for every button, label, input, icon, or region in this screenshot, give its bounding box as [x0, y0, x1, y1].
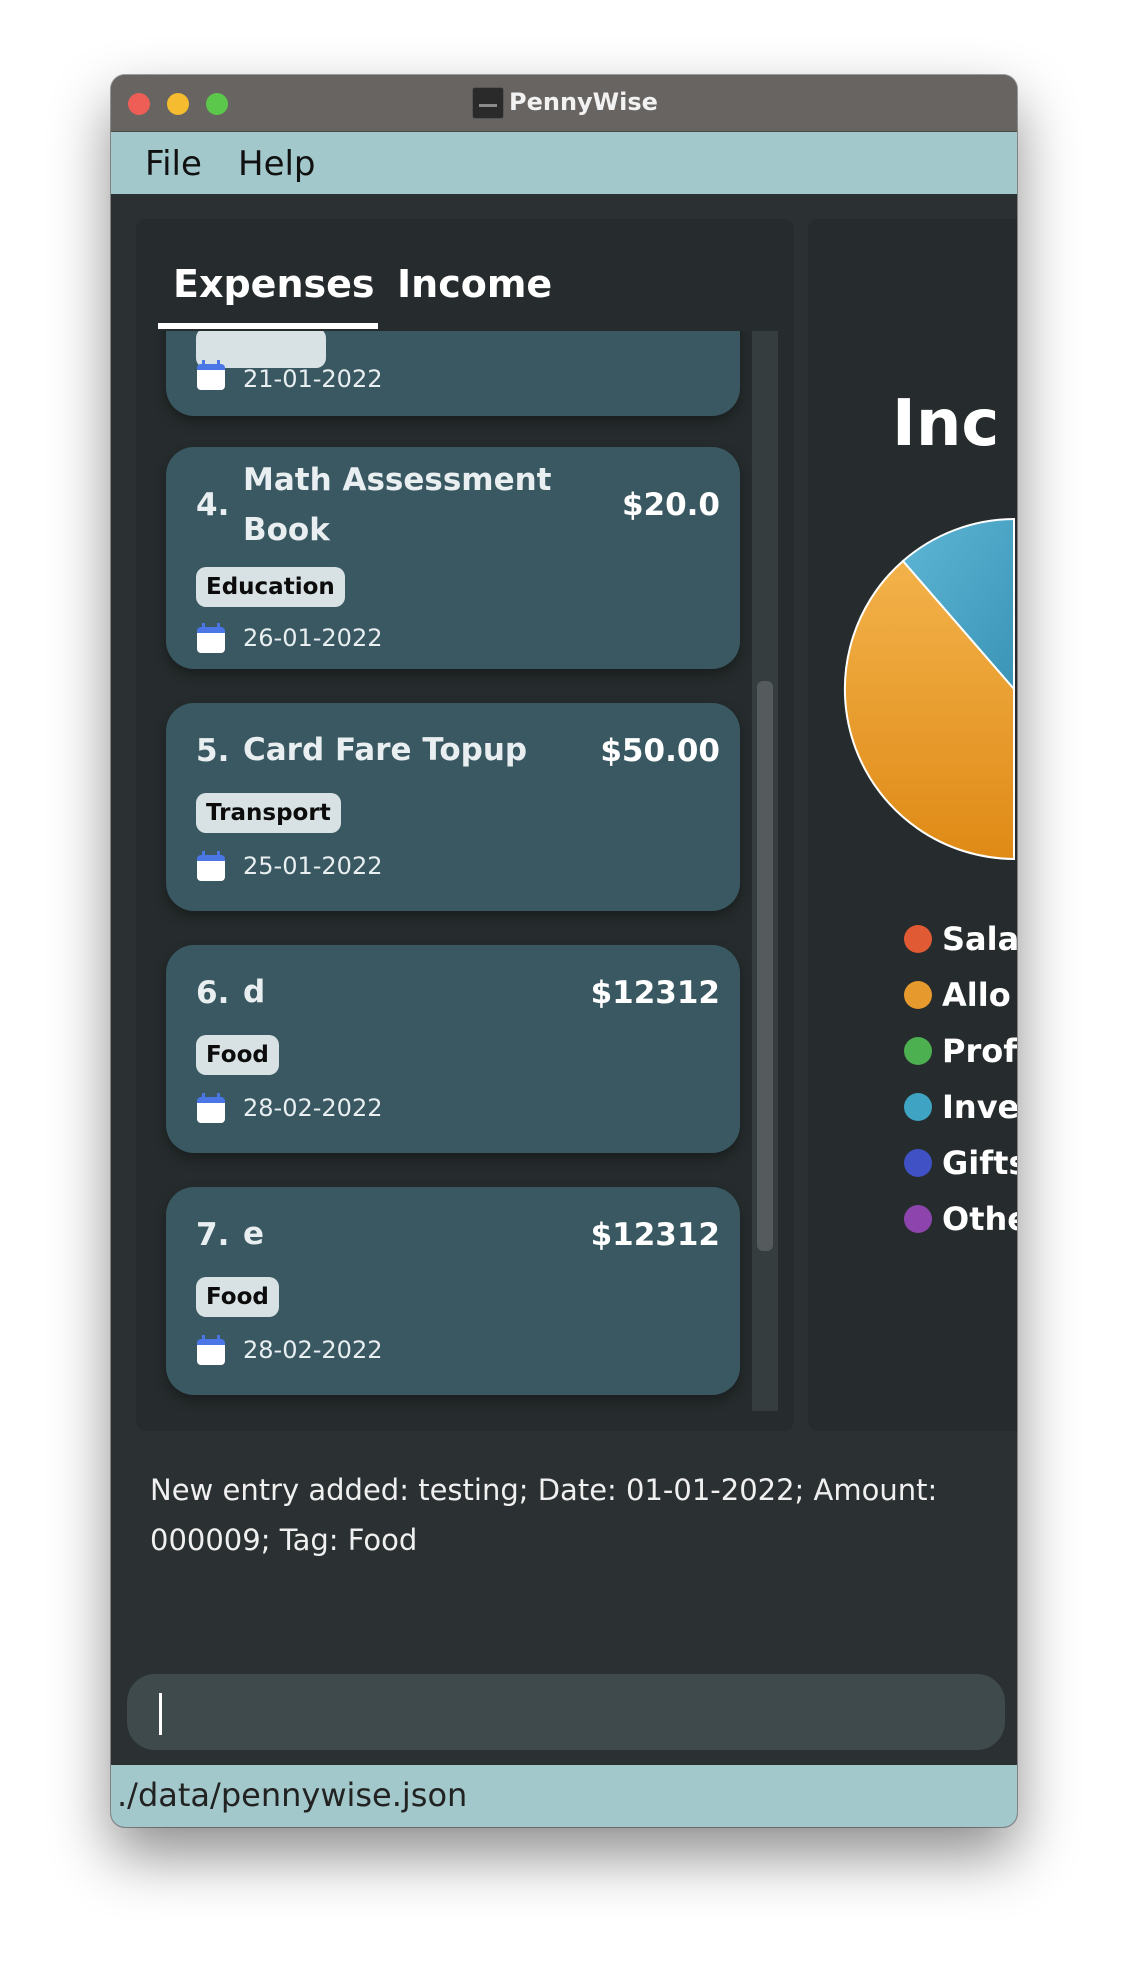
entry-date: 25-01-2022: [243, 852, 383, 880]
list-item[interactable]: 7. e $12312 Food 28-02-2022: [166, 1187, 740, 1395]
entry-description: e: [243, 1216, 265, 1252]
entry-amount: $50.00: [600, 733, 720, 769]
entry-index: 7.: [196, 1217, 230, 1253]
calendar-icon: [197, 623, 225, 653]
tag-badge: Food: [196, 1035, 279, 1075]
legend-dot: [904, 925, 932, 953]
app-window: PennyWise File Help Expenses Income 21-0…: [111, 75, 1017, 1827]
legend-dot: [904, 1093, 932, 1121]
command-input[interactable]: [127, 1674, 1005, 1750]
tag-badge: [196, 331, 326, 368]
title-bar: PennyWise: [111, 75, 1017, 132]
legend-label: Sala: [942, 920, 1017, 958]
entry-date: 28-02-2022: [243, 1094, 383, 1122]
income-pie-chart: [843, 517, 1015, 861]
close-window-button[interactable]: [128, 93, 150, 115]
tag-badge: Food: [196, 1277, 279, 1317]
legend-dot: [904, 1205, 932, 1233]
entry-index: 4.: [196, 487, 230, 523]
scrollbar-thumb[interactable]: [757, 681, 773, 1251]
window-title: PennyWise: [509, 88, 658, 116]
data-file-path: ./data/pennywise.json: [117, 1776, 468, 1814]
text-caret: [159, 1693, 162, 1735]
calendar-icon: [197, 1093, 225, 1123]
entry-date: 26-01-2022: [243, 624, 383, 652]
entry-description: Card Fare Topup: [243, 732, 528, 768]
legend-dot: [904, 1037, 932, 1065]
calendar-icon: [197, 851, 225, 881]
active-tab-indicator: [158, 323, 378, 329]
legend-label: Inve: [942, 1088, 1017, 1126]
list-item[interactable]: 5. Card Fare Topup $50.00 Transport 25-0…: [166, 703, 740, 911]
menu-file[interactable]: File: [145, 144, 202, 184]
minimize-window-button[interactable]: [167, 93, 189, 115]
tag-badge: Education: [196, 567, 345, 607]
legend-dot: [904, 1149, 932, 1177]
result-message: New entry added: testing; Date: 01-01-20…: [150, 1473, 938, 1557]
status-bar: ./data/pennywise.json: [111, 1765, 1017, 1827]
calendar-icon: [197, 360, 225, 390]
entry-index: 5.: [196, 733, 230, 769]
entry-amount: $12312: [590, 1217, 720, 1253]
chart-title: Inc: [892, 387, 1000, 461]
legend-dot: [904, 981, 932, 1009]
tab-expenses[interactable]: Expenses: [173, 259, 375, 309]
menu-help[interactable]: Help: [238, 144, 316, 184]
tag-badge: Transport: [196, 793, 341, 833]
entry-date: 21-01-2022: [243, 365, 383, 393]
app-logo-icon: [472, 87, 504, 119]
entry-date: 28-02-2022: [243, 1336, 383, 1364]
zoom-window-button[interactable]: [206, 93, 228, 115]
expense-list[interactable]: 21-01-2022 4. Math Assessment Book $20.0…: [136, 331, 794, 1411]
list-item[interactable]: 4. Math Assessment Book $20.0 Education …: [166, 447, 740, 669]
legend-label: Gifts: [942, 1144, 1017, 1182]
chart-panel: Inc Sala Allo Prof Inve Gift Oth: [808, 219, 1017, 1431]
entries-panel: Expenses Income 21-01-2022 4. Math Asses…: [136, 219, 794, 1431]
list-item[interactable]: 21-01-2022: [166, 331, 740, 416]
list-item[interactable]: 6. d $12312 Food 28-02-2022: [166, 945, 740, 1153]
entry-index: 6.: [196, 975, 230, 1011]
entry-description: Math Assessment Book: [243, 462, 552, 548]
tab-income[interactable]: Income: [397, 259, 552, 309]
legend-label: Profi: [942, 1032, 1017, 1070]
entry-amount: $20.0: [621, 487, 720, 523]
list-scrollbar[interactable]: [752, 331, 778, 1411]
legend-label: Allo: [942, 976, 1011, 1014]
entry-description: d: [243, 974, 266, 1010]
menu-bar: File Help: [111, 132, 1017, 194]
entry-amount: $12312: [590, 975, 720, 1011]
legend-label: Othe: [942, 1200, 1017, 1238]
calendar-icon: [197, 1335, 225, 1365]
